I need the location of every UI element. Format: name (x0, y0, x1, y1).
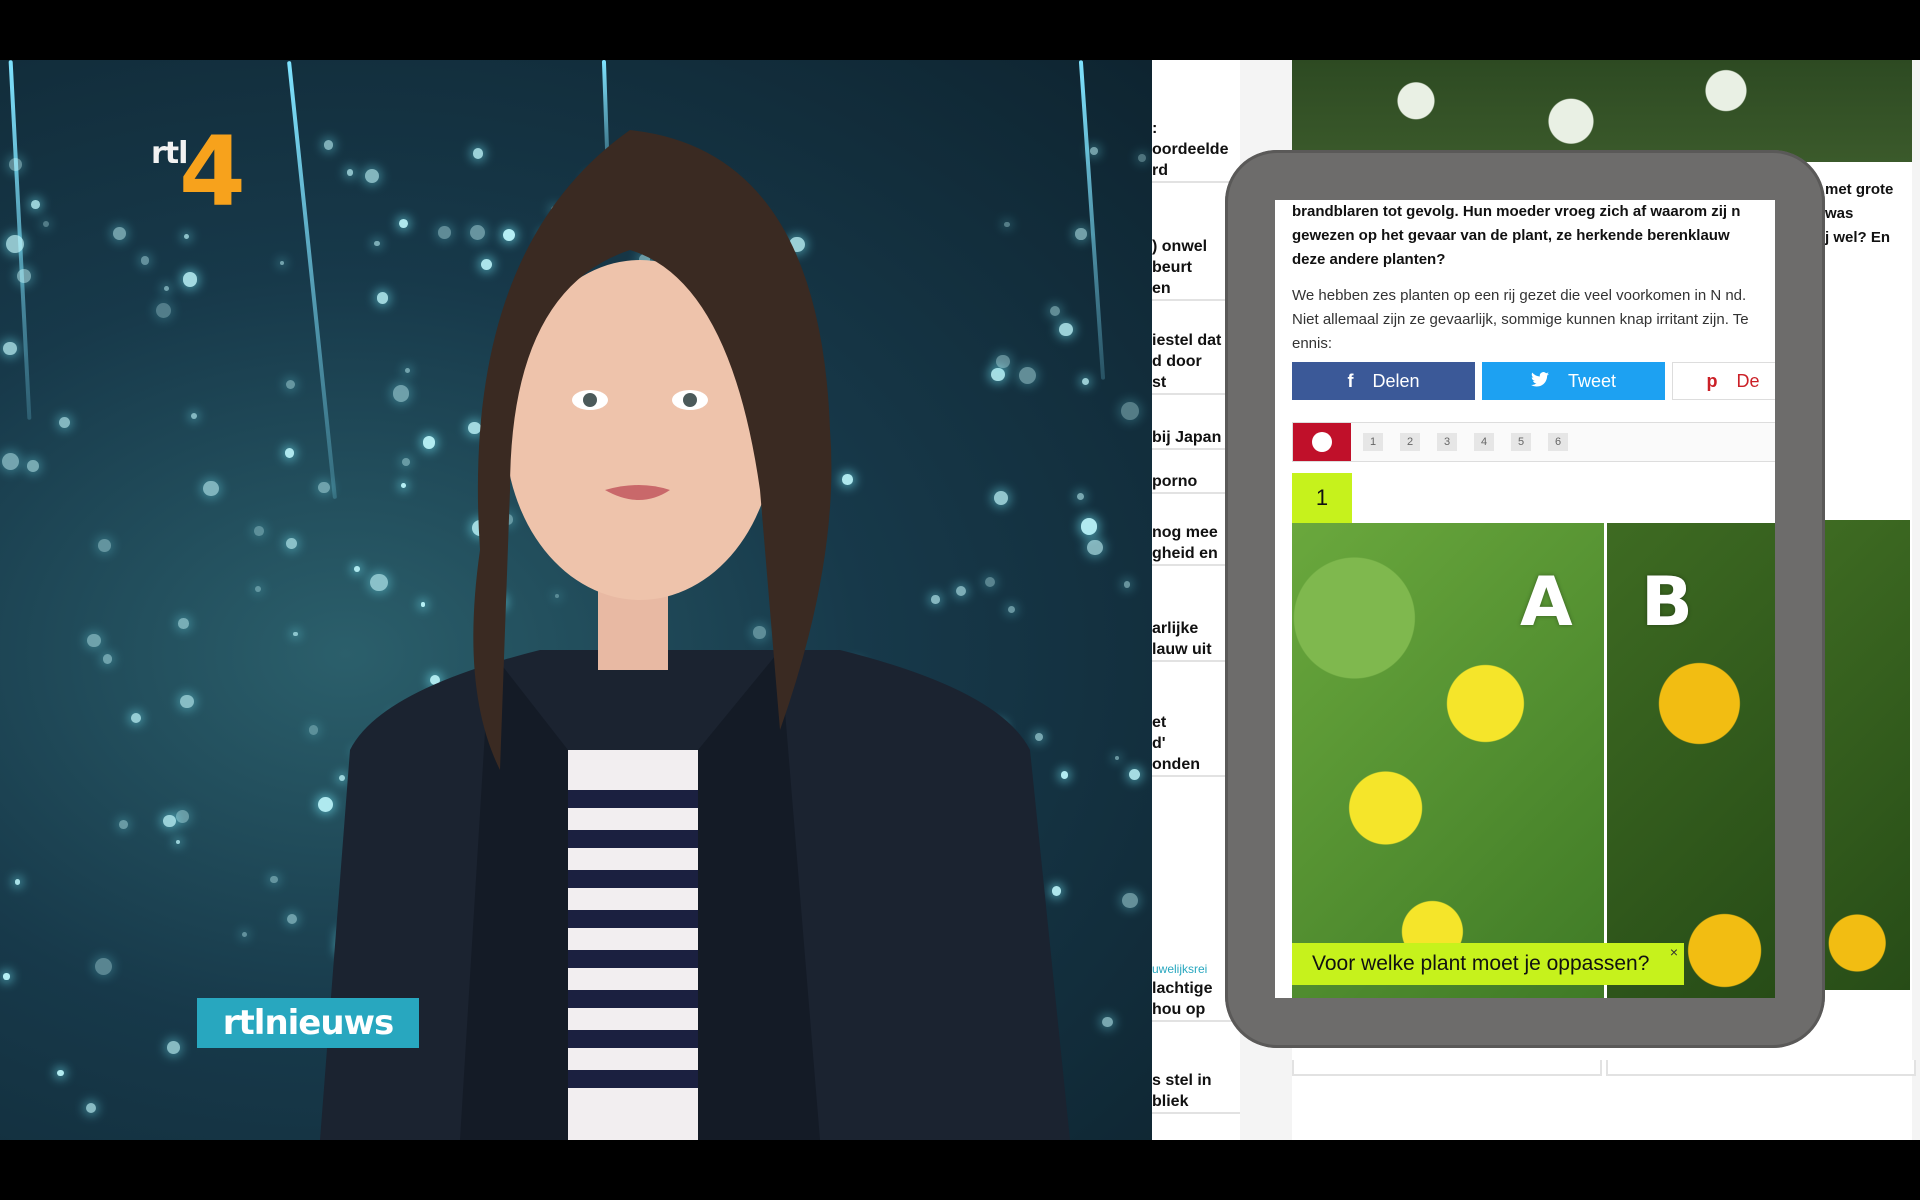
pinterest-share-button[interactable]: p De (1672, 362, 1775, 400)
bokeh-light (94, 957, 113, 976)
bokeh-light (180, 694, 194, 709)
page-number[interactable]: 4 (1474, 433, 1494, 451)
bokeh-light (14, 878, 21, 885)
bokeh-light (103, 654, 113, 664)
bokeh-light (8, 157, 22, 172)
bokeh-light (59, 416, 71, 428)
bokeh-light (1138, 154, 1147, 163)
bokeh-light (155, 302, 171, 318)
option-a-label: A (1520, 563, 1573, 642)
twitter-share-button[interactable]: Tweet (1482, 362, 1665, 400)
quiz-question: Voor welke plant moet je oppassen? (1312, 952, 1650, 975)
logo-number-four: 4 (179, 116, 246, 228)
bokeh-light (182, 272, 197, 287)
plant-photo-a[interactable]: A (1292, 523, 1604, 998)
rtlnieuws-logo: rtlnieuws (197, 998, 419, 1048)
bokeh-light (3, 341, 17, 355)
bokeh-light (119, 820, 129, 830)
bokeh-light (1123, 581, 1130, 588)
page-number[interactable]: 1 (1363, 433, 1383, 451)
pinterest-share-label: De (1736, 371, 1760, 391)
tablet-screen: brandblaren tot gevolg. Hun moeder vroeg… (1275, 200, 1775, 998)
article-header-photo (1292, 60, 1912, 162)
rtl4-logo: rtl 4 (145, 124, 265, 220)
bokeh-light (203, 480, 219, 497)
page-number[interactable]: 2 (1400, 433, 1420, 451)
facebook-icon: f (1347, 371, 1354, 391)
sidebar-item[interactable]: : oordeelde rd (1152, 118, 1240, 183)
twitter-icon (1530, 371, 1554, 391)
news-anchor (320, 130, 1070, 1140)
bokeh-light (1121, 402, 1140, 420)
bokeh-light (163, 285, 170, 291)
page-number[interactable]: 3 (1437, 433, 1457, 451)
bokeh-light (1122, 892, 1138, 909)
bokeh-light (140, 256, 150, 265)
related-card[interactable] (1292, 1060, 1602, 1076)
page-number[interactable]: 6 (1548, 433, 1568, 451)
plant-photo-b[interactable]: B (1607, 523, 1775, 998)
bokeh-light (1128, 768, 1141, 781)
bokeh-light (190, 412, 197, 419)
facebook-share-button[interactable]: f Delen (1292, 362, 1475, 400)
bokeh-light (113, 227, 127, 241)
bokeh-light (27, 460, 40, 473)
pager-home-button[interactable] (1293, 423, 1351, 461)
close-icon[interactable]: × (1670, 931, 1678, 973)
twitter-share-label: Tweet (1567, 371, 1617, 391)
quiz-pager: 1 2 3 4 5 6 (1292, 422, 1775, 462)
bokeh-light (242, 931, 248, 938)
article-paragraph: We hebben zes planten op een rij gezet d… (1292, 287, 1749, 352)
bokeh-light (178, 618, 189, 629)
bokeh-light (98, 539, 112, 553)
bokeh-light (131, 713, 141, 724)
quiz-step-badge: 1 (1292, 473, 1352, 523)
bokeh-light (175, 810, 189, 824)
related-card[interactable] (1606, 1060, 1916, 1076)
bokeh-light (31, 199, 40, 209)
bokeh-light (42, 220, 49, 228)
bokeh-light (5, 234, 24, 253)
bokeh-light (16, 268, 31, 283)
option-b-label: B (1641, 563, 1693, 642)
quiz-question-bar: Voor welke plant moet je oppassen? × (1292, 943, 1684, 985)
bokeh-light (176, 840, 181, 845)
article-text-fragment: met grote was j wel? En (1825, 181, 1894, 246)
plant-photo-b-edge (1822, 520, 1910, 990)
bokeh-light (57, 1069, 64, 1077)
bokeh-light (184, 233, 190, 239)
article-bold-text: brandblaren tot gevolg. Hun moeder vroeg… (1292, 203, 1741, 268)
bokeh-light (86, 1103, 97, 1114)
sidebar-item[interactable]: s stel in bliek (1152, 1070, 1240, 1114)
page-number[interactable]: 5 (1511, 433, 1531, 451)
pinterest-icon: p (1706, 371, 1718, 391)
bokeh-light (163, 814, 176, 828)
bokeh-light (166, 1040, 180, 1054)
bokeh-light (3, 973, 10, 980)
bokeh-light (2, 452, 20, 470)
pager-icon (1312, 432, 1332, 452)
facebook-share-label: Delen (1372, 371, 1420, 391)
bokeh-light (87, 633, 101, 647)
